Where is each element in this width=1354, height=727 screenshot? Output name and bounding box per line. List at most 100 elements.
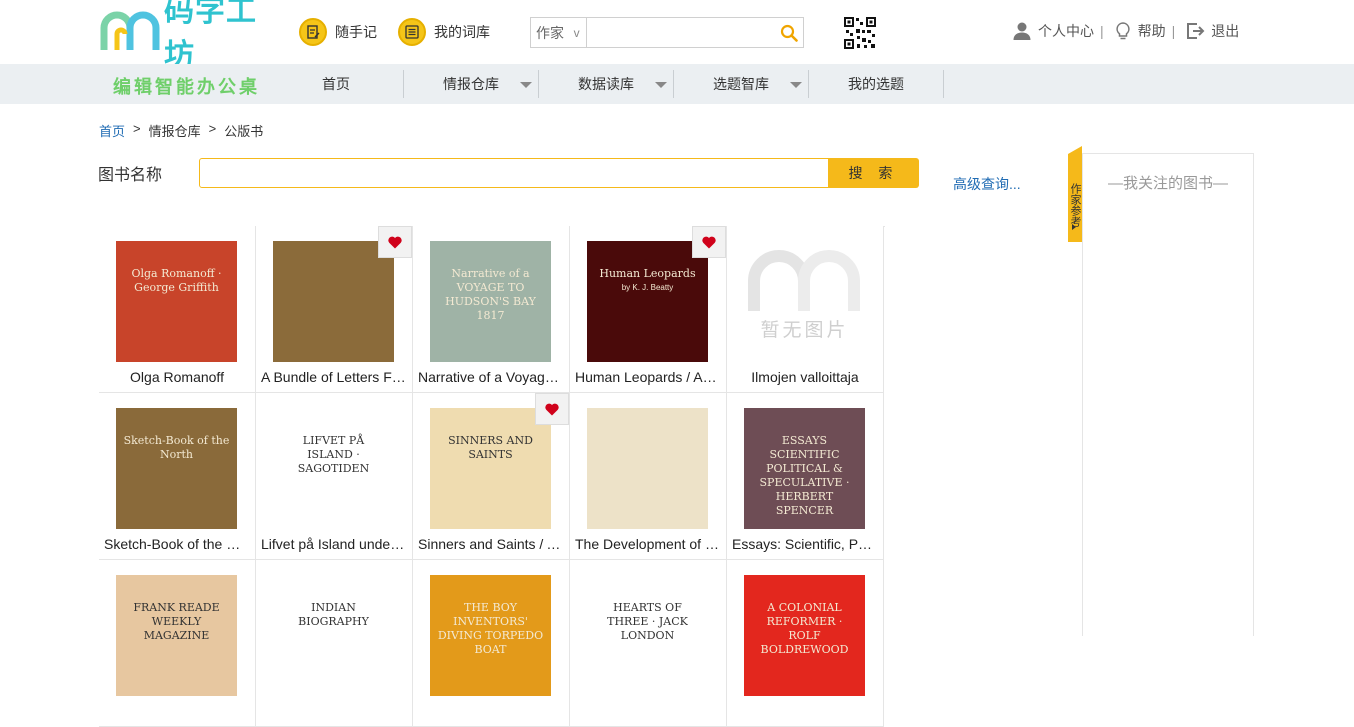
search-button[interactable]: [776, 18, 803, 47]
caret-down-icon: [520, 82, 532, 88]
book-card[interactable]: Olga Romanoff · George Griffith Olga Roma…: [99, 226, 256, 393]
book-cover[interactable]: ESSAYS SCIENTIFIC POLITICAL & SPECULATIV…: [744, 408, 865, 529]
book-name-label: 图书名称: [98, 167, 163, 184]
nav-item-intel-warehouse[interactable]: 情报仓库: [404, 70, 539, 98]
book-card[interactable]: Narrative of a VOYAGE TO HUDSON'S BAY 18…: [413, 226, 570, 393]
nav-item-label: 选题智库: [713, 76, 769, 92]
search-icon: [781, 24, 799, 42]
global-search-input[interactable]: [586, 18, 776, 47]
book-card[interactable]: Human Leopards by K. J. Beatty Human Leopa…: [570, 226, 727, 393]
book-search-button[interactable]: 搜 索: [828, 158, 919, 188]
book-card[interactable]: A COLONIAL REFORMER · ROLF BOLDREWOOD: [727, 560, 884, 727]
quick-lexicon-link[interactable]: 我的词库: [398, 17, 490, 47]
nav-item-label: 首页: [322, 76, 350, 92]
book-cover[interactable]: Narrative of a VOYAGE TO HUDSON'S BAY 18…: [430, 241, 551, 362]
global-search: 作家 v: [530, 17, 804, 48]
book-cover[interactable]: [273, 241, 394, 362]
caret-down-icon: [655, 82, 667, 88]
user-center-link[interactable]: 个人中心: [1012, 21, 1094, 41]
book-cover[interactable]: Sketch-Book of the North: [116, 408, 237, 529]
book-cover[interactable]: 暂无图片: [744, 241, 865, 362]
book-card[interactable]: INDIAN BIOGRAPHY: [256, 560, 413, 727]
nav-item-label: 情报仓库: [443, 76, 499, 92]
writer-reference-tab[interactable]: 作家参考: [1068, 146, 1082, 242]
cover-text: SINNERS AND SAINTS: [448, 434, 533, 461]
book-title[interactable]: Human Leopards / An Account: [575, 369, 721, 385]
quick-lexicon-label: 我的词库: [434, 24, 490, 40]
book-cover[interactable]: LIFVET PÅ ISLAND · SAGOTIDEN: [273, 408, 394, 529]
book-cover[interactable]: [587, 408, 708, 529]
favorite-button[interactable]: [378, 226, 412, 258]
writer-reference-label: 作家参考: [1069, 183, 1081, 227]
book-title[interactable]: Sinners and Saints / A Tour: [418, 536, 564, 552]
nav-item-label: 我的选题: [848, 76, 904, 92]
nav-item-label: 数据读库: [578, 76, 634, 92]
heart-icon: [388, 236, 402, 248]
book-title[interactable]: Ilmojen valloittaja: [732, 369, 878, 385]
help-link[interactable]: 帮助: [1114, 21, 1166, 41]
cover-text: LIFVET PÅ ISLAND · SAGOTIDEN: [297, 434, 370, 475]
followed-books-title: —我关注的图书—: [1107, 175, 1228, 192]
logo-mark-icon: [100, 10, 160, 50]
search-type-select[interactable]: 作家 v: [531, 18, 587, 47]
book-card[interactable]: SINNERS AND SAINTS Sinners and Saints / A…: [413, 393, 570, 560]
user-center-label: 个人中心: [1038, 23, 1094, 39]
book-cover[interactable]: Olga Romanoff · George Griffith: [116, 241, 237, 362]
book-card[interactable]: THE BOY INVENTORS' DIVING TORPEDO BOAT: [413, 560, 570, 727]
book-title[interactable]: A Bundle of Letters From Over the Sea: [261, 369, 407, 385]
nav-item-my-topics[interactable]: 我的选题: [809, 70, 944, 98]
cover-text: THE BOY INVENTORS' DIVING TORPEDO BOAT: [437, 601, 544, 656]
book-card[interactable]: HEARTS OF THREE · JACK LONDON: [570, 560, 727, 727]
list-icon: [398, 18, 426, 46]
nav-item-home[interactable]: 首页: [269, 70, 404, 98]
favorite-button[interactable]: [535, 393, 569, 425]
heart-icon: [702, 236, 716, 248]
book-title[interactable]: The Development of the Feudal System: [575, 536, 721, 552]
book-title[interactable]: Olga Romanoff: [104, 369, 250, 385]
arrow-right-icon: [1072, 224, 1076, 230]
cover-text: ESSAYS SCIENTIFIC POLITICAL & SPECULATIV…: [759, 434, 850, 517]
book-card[interactable]: FRANK READE WEEKLY MAGAZINE: [99, 560, 256, 727]
book-cover[interactable]: SINNERS AND SAINTS: [430, 408, 551, 529]
site-logo[interactable]: 码字工坊: [100, 0, 275, 73]
book-card[interactable]: 暂无图片 Ilmojen valloittaja: [727, 226, 884, 393]
breadcrumb: 首页 > 情报仓库 > 公版书: [99, 121, 263, 140]
cover-text: Olga Romanoff · George Griffith: [131, 267, 222, 294]
book-title[interactable]: Sketch-Book of the North: [104, 536, 250, 552]
book-card[interactable]: A Bundle of Letters From Over the Sea: [256, 226, 413, 393]
logout-icon: [1187, 23, 1205, 39]
qr-code-icon[interactable]: [843, 16, 877, 50]
book-title[interactable]: Essays: Scientific, Political, & Specula…: [732, 536, 878, 552]
nav-item-data-library[interactable]: 数据读库: [539, 70, 674, 98]
book-card[interactable]: Sketch-Book of the North Sketch-Book of t…: [99, 393, 256, 560]
breadcrumb-current: 公版书: [224, 124, 264, 139]
quick-note-link[interactable]: 随手记: [299, 17, 377, 47]
no-image-text: 暂无图片: [760, 320, 849, 341]
book-title[interactable]: Narrative of a Voyage to Hudson's Bay: [418, 369, 564, 385]
book-name-input[interactable]: [199, 158, 829, 188]
logout-link[interactable]: 退出: [1185, 21, 1239, 41]
breadcrumb-intel-warehouse[interactable]: 情报仓库: [149, 121, 201, 140]
breadcrumb-home[interactable]: 首页: [99, 121, 125, 140]
nav-item-topic-think-tank[interactable]: 选题智库: [674, 70, 809, 98]
book-card[interactable]: The Development of the Feudal System: [570, 393, 727, 560]
search-type-value: 作家: [536, 24, 564, 41]
user-menu: 个人中心 | 帮助 | 退出: [1012, 20, 1239, 42]
advanced-search-link[interactable]: 高级查询...: [953, 174, 1021, 194]
cover-text: INDIAN BIOGRAPHY: [298, 601, 369, 628]
book-cover[interactable]: Human Leopards by K. J. Beatty: [587, 241, 708, 362]
cover-text: Human Leopards: [599, 267, 696, 280]
quick-note-label: 随手记: [335, 24, 377, 40]
cover-text: Sketch-Book of the North: [123, 434, 230, 461]
note-edit-icon: [299, 18, 327, 46]
heart-icon: [545, 403, 559, 415]
chevron-down-icon: v: [573, 25, 580, 40]
book-card[interactable]: LIFVET PÅ ISLAND · SAGOTIDEN Lifvet på Is…: [256, 393, 413, 560]
book-title[interactable]: Lifvet på Island under Sagotiden: [261, 536, 407, 552]
caret-down-icon: [790, 82, 802, 88]
book-grid: Olga Romanoff · George Griffith Olga Roma…: [99, 226, 885, 727]
favorite-button[interactable]: [692, 226, 726, 258]
separator: |: [1100, 23, 1104, 39]
help-label: 帮助: [1137, 23, 1166, 39]
book-card[interactable]: ESSAYS SCIENTIFIC POLITICAL & SPECULATIV…: [727, 393, 884, 560]
